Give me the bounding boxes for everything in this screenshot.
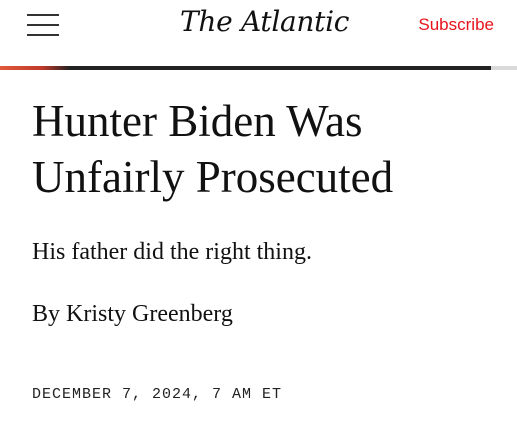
menu-line — [27, 34, 59, 36]
article-dek: His father did the right thing. — [32, 239, 312, 265]
site-header: The Atlantic Subscribe — [0, 0, 517, 70]
menu-line — [27, 14, 59, 16]
menu-line — [27, 24, 59, 26]
site-logo[interactable]: The Atlantic — [180, 5, 349, 38]
byline-prefix: By — [32, 301, 67, 327]
article-byline: By Kristy Greenberg — [32, 298, 233, 330]
author-link[interactable]: Kristy Greenberg — [66, 301, 233, 327]
article-headline: Hunter Biden Was Unfairly Prosecuted — [32, 96, 394, 202]
subscribe-link[interactable]: Subscribe — [418, 15, 494, 35]
menu-icon[interactable] — [27, 14, 59, 36]
reading-progress-bar — [0, 66, 517, 70]
reading-progress-fill — [0, 66, 492, 70]
article-dateline: DECEMBER 7, 2024, 7 AM ET — [32, 386, 283, 403]
reading-progress-accent — [0, 66, 70, 70]
